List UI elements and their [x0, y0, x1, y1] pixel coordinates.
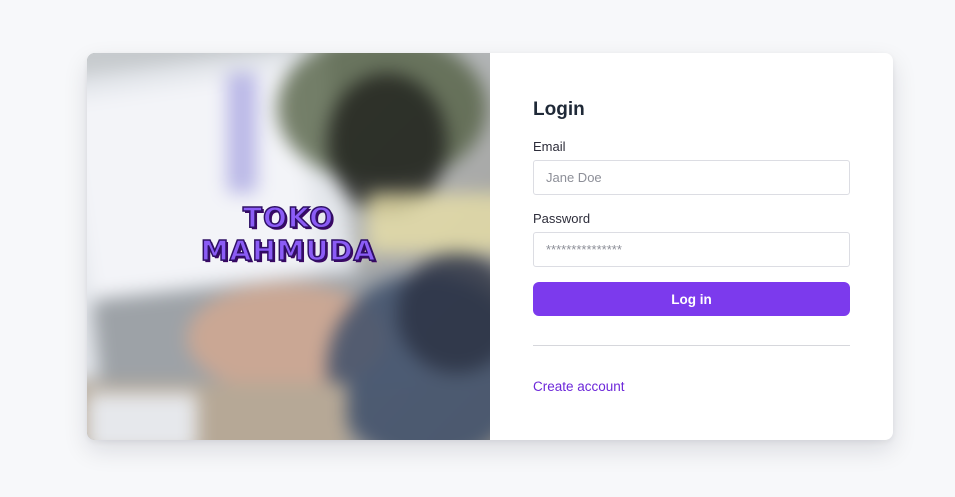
email-label: Email [533, 139, 566, 154]
login-button[interactable]: Log in [533, 282, 850, 316]
email-field[interactable] [533, 160, 850, 195]
page-title: Login [533, 99, 585, 120]
hero-image: TOKO MAHMUDA [87, 53, 490, 440]
create-account-link[interactable]: Create account [533, 379, 625, 394]
brand-line-1: TOKO [242, 200, 335, 235]
password-label: Password [533, 211, 591, 226]
divider [533, 345, 850, 346]
login-form: Login Email Password Log in Create accou… [490, 53, 893, 440]
brand-line-2: MAHMUDA [200, 233, 377, 268]
password-field[interactable] [533, 232, 850, 267]
login-card: TOKO MAHMUDA Login Email Password Log in… [87, 53, 893, 440]
brand-logo-text: TOKO MAHMUDA [87, 200, 490, 268]
